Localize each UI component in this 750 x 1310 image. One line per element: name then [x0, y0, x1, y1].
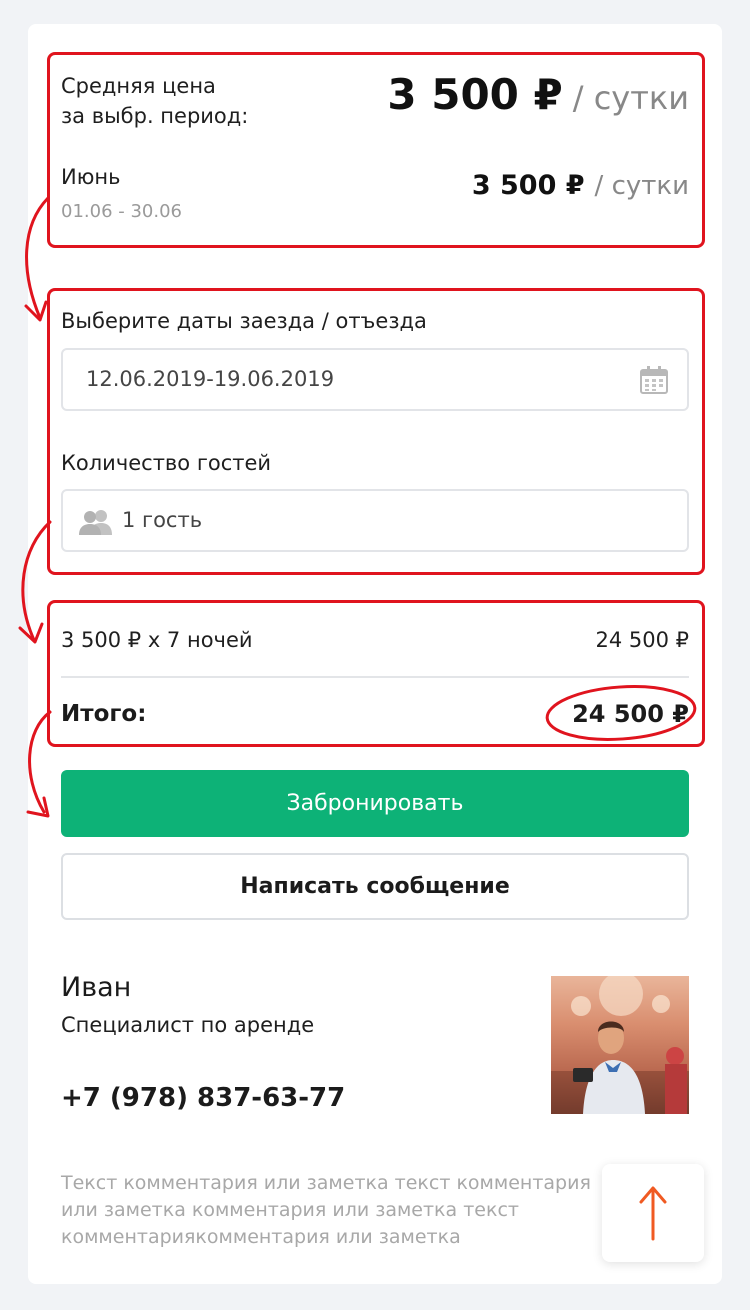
- scroll-top-button[interactable]: [602, 1164, 704, 1262]
- guests-label: Количество гостей: [61, 451, 272, 475]
- nights-line: 3 500 ₽ x 7 ночей: [61, 628, 253, 652]
- dates-value: 12.06.2019-19.06.2019: [86, 367, 335, 391]
- average-price-value: 3 500 ₽: [387, 70, 563, 119]
- average-price-label-line2: за выбр. период:: [61, 104, 249, 128]
- avatar-photo: [551, 976, 689, 1114]
- dates-input[interactable]: 12.06.2019-19.06.2019: [61, 348, 689, 411]
- nights-amount: 24 500 ₽: [595, 628, 689, 652]
- month-name: Июнь: [61, 165, 121, 189]
- contact-role: Специалист по аренде: [61, 1013, 315, 1037]
- send-message-button[interactable]: Написать сообщение: [61, 853, 689, 920]
- average-price: 3 500 ₽ / сутки: [387, 70, 689, 119]
- month-price: 3 500 ₽ / сутки: [472, 170, 689, 201]
- users-icon: [79, 510, 112, 535]
- comment-text: Текст комментария или заметка текст комм…: [61, 1172, 591, 1248]
- month-price-value: 3 500 ₽: [471, 170, 585, 201]
- total-amount: 24 500 ₽: [572, 700, 689, 728]
- month-range: 01.06 - 30.06: [61, 201, 182, 222]
- dates-label: Выберите даты заезда / отъезда: [61, 309, 427, 333]
- book-button[interactable]: Забронировать: [61, 770, 689, 837]
- guests-value: 1 гость: [122, 508, 203, 532]
- total-label: Итого:: [61, 701, 147, 727]
- month-price-unit: / сутки: [594, 171, 689, 201]
- contact-phone[interactable]: +7 (978) 837-63-77: [61, 1083, 345, 1113]
- average-price-label-line1: Средняя цена: [61, 74, 216, 98]
- contact-name: Иван: [61, 972, 132, 1003]
- guests-select[interactable]: 1 гость: [61, 489, 689, 552]
- summary-divider: [61, 676, 689, 678]
- arrow-up-icon: [639, 1186, 667, 1241]
- calendar-icon[interactable]: [639, 365, 669, 395]
- avatar: [551, 976, 689, 1114]
- average-price-unit: / сутки: [572, 79, 689, 117]
